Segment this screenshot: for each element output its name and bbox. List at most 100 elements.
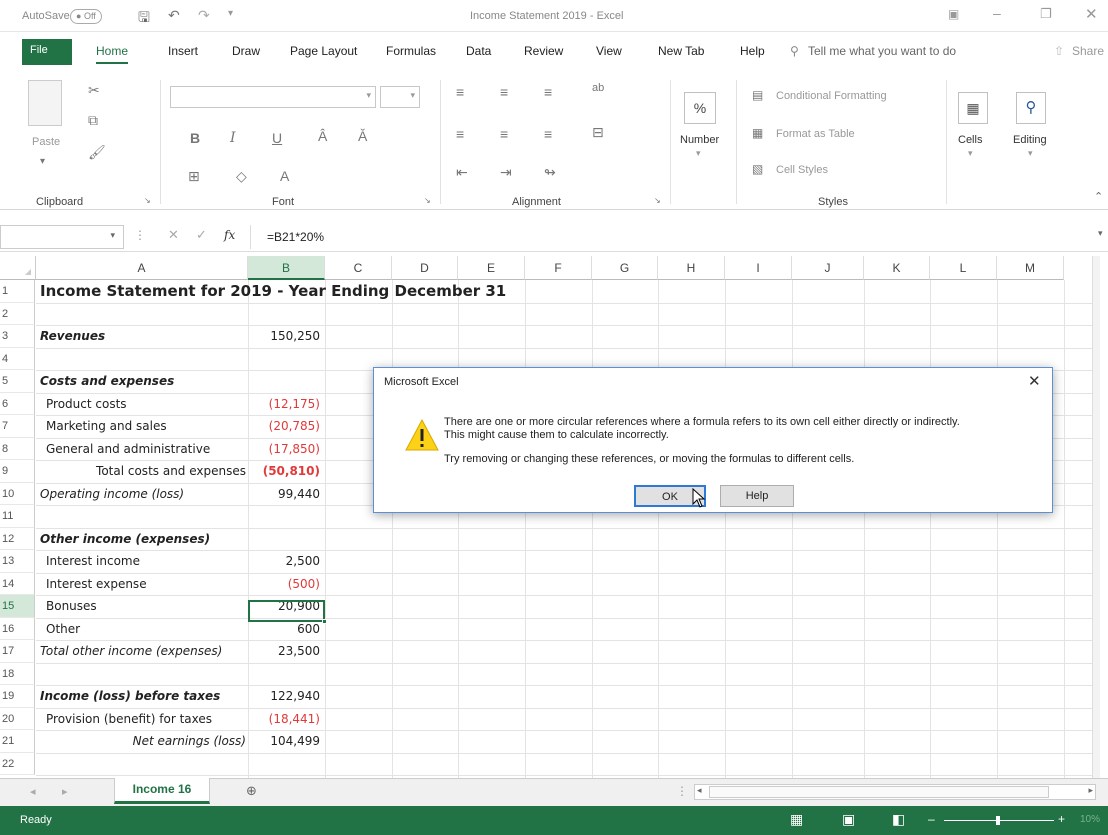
font-launcher-icon[interactable]: ↘ bbox=[424, 196, 431, 205]
zoom-level[interactable]: 10% bbox=[1080, 814, 1100, 825]
prev-sheet-icon[interactable]: ◂ bbox=[30, 785, 36, 798]
confirm-entry-icon[interactable]: ✓ bbox=[196, 227, 207, 243]
editing-button[interactable]: Editing bbox=[1013, 134, 1047, 146]
row-header-5[interactable]: 5 bbox=[0, 370, 35, 393]
align-middle-icon[interactable]: ≡ bbox=[500, 84, 508, 100]
font-color-icon[interactable]: A bbox=[280, 168, 289, 184]
cell-a3[interactable]: Revenues bbox=[40, 329, 105, 343]
cell-b9[interactable]: (50,810) bbox=[252, 464, 320, 478]
cell-a19[interactable]: Income (loss) before taxes bbox=[40, 689, 220, 703]
cell-a14[interactable]: Interest expense bbox=[46, 577, 147, 591]
row-header-2[interactable]: 2 bbox=[0, 302, 35, 325]
cell-a17[interactable]: Total other income (expenses) bbox=[40, 644, 222, 658]
paste-dropdown-icon[interactable]: ▾ bbox=[40, 156, 45, 167]
row-header-22[interactable]: 22 bbox=[0, 752, 35, 775]
tab-help[interactable]: Help bbox=[740, 44, 765, 58]
conditional-formatting-icon[interactable]: ▤ bbox=[752, 88, 763, 102]
vertical-scrollbar[interactable] bbox=[1092, 256, 1100, 778]
cell-b3[interactable]: 150,250 bbox=[252, 329, 320, 343]
editing-dropdown-icon[interactable]: ▾ bbox=[1028, 148, 1033, 159]
cell-b17[interactable]: 23,500 bbox=[252, 644, 320, 658]
column-header-a[interactable]: A bbox=[36, 256, 248, 280]
row-header-8[interactable]: 8 bbox=[0, 437, 35, 460]
row-header-21[interactable]: 21 bbox=[0, 730, 35, 753]
row-header-9[interactable]: 9 bbox=[0, 460, 35, 483]
tab-new-tab[interactable]: New Tab bbox=[658, 44, 704, 58]
redo-icon[interactable]: ↷ bbox=[198, 7, 210, 24]
help-button[interactable]: Help bbox=[720, 485, 794, 507]
row-header-16[interactable]: 16 bbox=[0, 617, 35, 640]
row-header-14[interactable]: 14 bbox=[0, 572, 35, 595]
row-header-7[interactable]: 7 bbox=[0, 415, 35, 438]
normal-view-icon[interactable]: ▦ bbox=[790, 811, 803, 828]
cancel-entry-icon[interactable]: ✕ bbox=[168, 227, 179, 243]
row-header-3[interactable]: 3 bbox=[0, 325, 35, 348]
search-icon[interactable]: ⚲ bbox=[790, 44, 799, 58]
active-cell-b15[interactable] bbox=[248, 600, 327, 624]
tell-me-input[interactable]: Tell me what you want to do bbox=[808, 44, 956, 58]
column-header-h[interactable]: H bbox=[658, 256, 725, 280]
close-window-icon[interactable]: ✕ bbox=[1085, 5, 1098, 23]
increase-indent-icon[interactable]: ⇥ bbox=[500, 164, 512, 181]
tab-review[interactable]: Review bbox=[524, 44, 563, 58]
cell-b21[interactable]: 104,499 bbox=[252, 734, 320, 748]
page-break-view-icon[interactable]: ◧ bbox=[892, 811, 905, 828]
cell-b14[interactable]: (500) bbox=[252, 577, 320, 591]
quick-access-dropdown-icon[interactable]: ▾ bbox=[228, 8, 233, 19]
new-sheet-icon[interactable]: ⊕ bbox=[246, 783, 257, 799]
tab-data[interactable]: Data bbox=[466, 44, 491, 58]
underline-icon[interactable]: U bbox=[272, 130, 282, 146]
row-header-18[interactable]: 18 bbox=[0, 662, 35, 685]
percent-icon[interactable]: % bbox=[684, 92, 716, 124]
cell-a9[interactable]: Total costs and expenses bbox=[36, 464, 246, 478]
ribbon-display-icon[interactable]: ▣ bbox=[948, 7, 959, 21]
cells-icon[interactable]: ▦ bbox=[958, 92, 988, 124]
row-header-19[interactable]: 19 bbox=[0, 685, 35, 708]
cell-a21[interactable]: Net earnings (loss) bbox=[36, 734, 246, 748]
cell-a20[interactable]: Provision (benefit) for taxes bbox=[46, 712, 212, 726]
align-top-icon[interactable]: ≡ bbox=[456, 84, 464, 100]
column-header-j[interactable]: J bbox=[792, 256, 864, 280]
row-header-15[interactable]: 15 bbox=[0, 595, 35, 618]
cell-b13[interactable]: 2,500 bbox=[252, 554, 320, 568]
formula-input[interactable]: =B21*20% bbox=[250, 225, 1108, 249]
format-as-table-icon[interactable]: ▦ bbox=[752, 126, 763, 140]
maximize-icon[interactable]: ❐ bbox=[1040, 6, 1052, 22]
cell-a5[interactable]: Costs and expenses bbox=[40, 374, 174, 388]
cells-dropdown-icon[interactable]: ▾ bbox=[968, 148, 973, 159]
font-name-dropdown[interactable]: ▾ bbox=[170, 86, 376, 108]
italic-icon[interactable]: I bbox=[230, 130, 236, 146]
row-header-13[interactable]: 13 bbox=[0, 550, 35, 573]
select-all-corner[interactable]: ◢ bbox=[0, 256, 36, 280]
horizontal-scrollbar[interactable]: ◂ ▸ bbox=[694, 784, 1096, 800]
column-header-l[interactable]: L bbox=[930, 256, 997, 280]
bold-icon[interactable]: B bbox=[190, 130, 200, 146]
cell-a10[interactable]: Operating income (loss) bbox=[40, 487, 184, 501]
merge-center-icon[interactable]: ↬ bbox=[544, 164, 556, 181]
minimize-icon[interactable]: – bbox=[993, 5, 1001, 21]
share-button[interactable]: Share bbox=[1072, 44, 1104, 58]
borders-icon[interactable]: ⊞ bbox=[188, 168, 200, 185]
wrap-text-icon[interactable]: ⊟ bbox=[592, 124, 604, 141]
row-header-20[interactable]: 20 bbox=[0, 707, 35, 730]
align-left-icon[interactable]: ≡ bbox=[456, 126, 464, 142]
tab-home[interactable]: Home bbox=[96, 44, 129, 64]
cell-a8[interactable]: General and administrative bbox=[46, 442, 210, 456]
cells-button[interactable]: Cells bbox=[958, 134, 982, 146]
find-icon[interactable]: ⚲ bbox=[1016, 92, 1046, 124]
tab-file[interactable]: File bbox=[22, 39, 72, 65]
expand-formula-bar-icon[interactable]: ▾ bbox=[1098, 228, 1103, 239]
cell-b7[interactable]: (20,785) bbox=[252, 419, 320, 433]
cell-b19[interactable]: 122,940 bbox=[252, 689, 320, 703]
cell-b10[interactable]: 99,440 bbox=[252, 487, 320, 501]
page-layout-view-icon[interactable]: ▣ bbox=[842, 811, 855, 828]
column-header-d[interactable]: D bbox=[392, 256, 458, 280]
font-size-dropdown[interactable]: ▾ bbox=[380, 86, 420, 108]
cut-icon[interactable]: ✂ bbox=[88, 82, 100, 99]
cell-a12[interactable]: Other income (expenses) bbox=[40, 532, 210, 546]
tab-page-layout[interactable]: Page Layout bbox=[290, 44, 357, 58]
copy-icon[interactable]: ⧉ bbox=[88, 112, 98, 129]
column-header-c[interactable]: C bbox=[325, 256, 392, 280]
row-header-4[interactable]: 4 bbox=[0, 347, 35, 370]
cell-b6[interactable]: (12,175) bbox=[252, 397, 320, 411]
